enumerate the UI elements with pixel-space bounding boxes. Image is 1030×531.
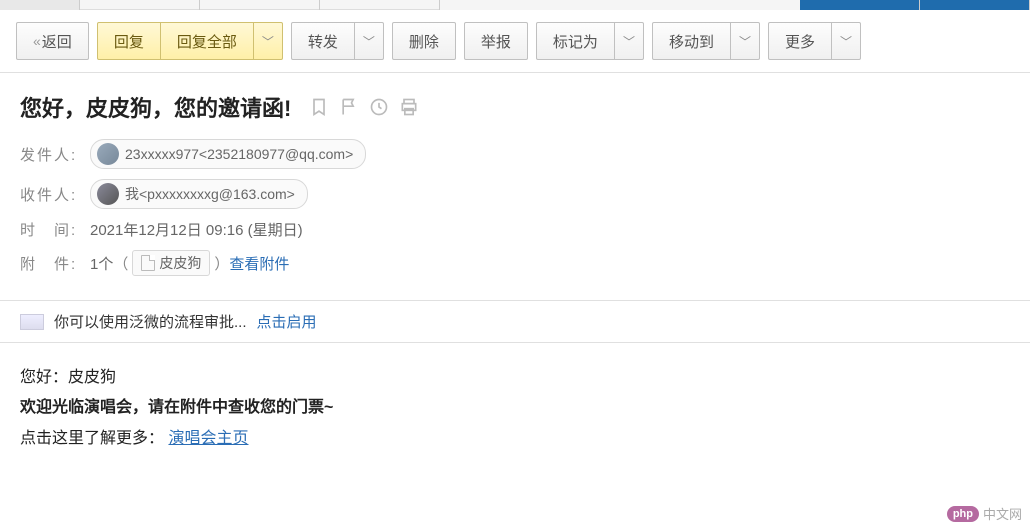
chevron-down-icon: ﹀ xyxy=(262,33,274,50)
to-value: 我<pxxxxxxxxg@163.com> xyxy=(125,184,295,204)
mark-as-dropdown[interactable]: ﹀ xyxy=(614,22,644,60)
concert-homepage-link[interactable]: 演唱会主页 xyxy=(168,430,248,447)
time-label: 时 间: xyxy=(20,219,90,240)
file-icon xyxy=(141,255,155,271)
nav-spacer xyxy=(440,0,800,10)
avatar xyxy=(97,183,119,205)
to-contact[interactable]: 我<pxxxxxxxxg@163.com> xyxy=(90,179,308,209)
nav-tab[interactable] xyxy=(80,0,200,10)
move-to-dropdown[interactable]: ﹀ xyxy=(730,22,760,60)
time-value: 2021年12月12日 09:16 (星期日) xyxy=(90,219,303,240)
clock-icon[interactable] xyxy=(369,97,389,117)
more-button[interactable]: 更多 xyxy=(768,22,832,60)
view-attachment-link[interactable]: 查看附件 xyxy=(229,253,289,274)
attachment-file[interactable]: 皮皮狗 xyxy=(132,250,210,276)
email-subject: 您好，皮皮狗，您的邀请函! xyxy=(20,91,291,123)
move-to-button[interactable]: 移动到 xyxy=(652,22,731,60)
tip-action-link[interactable]: 点击启用 xyxy=(257,311,317,332)
attach-open-paren: （ xyxy=(113,253,128,274)
tip-bar: 你可以使用泛微的流程审批... 点击启用 xyxy=(0,301,1030,343)
toolbar: « 返回 回复 回复全部 ﹀ 转发 ﹀ 删除 举报 标记为 ﹀ 移动到 ﹀ 更多… xyxy=(0,10,1030,73)
reply-all-button[interactable]: 回复全部 xyxy=(160,22,254,60)
attach-label: 附 件: xyxy=(20,253,90,274)
avatar xyxy=(97,143,119,165)
to-label: 收件人: xyxy=(20,184,90,205)
bookmark-icon[interactable] xyxy=(309,97,329,117)
nav-tab-active[interactable] xyxy=(800,0,920,10)
chevron-down-icon: ﹀ xyxy=(623,33,635,50)
email-body: 您好：皮皮狗 欢迎光临演唱会，请在附件中查收您的门票~ 点击这里了解更多： 演唱… xyxy=(0,343,1030,474)
forward-dropdown[interactable]: ﹀ xyxy=(354,22,384,60)
nav-tab[interactable] xyxy=(920,0,1030,10)
back-icon: « xyxy=(33,33,38,49)
nav-tab[interactable] xyxy=(200,0,320,10)
attach-count: 1个 xyxy=(90,253,113,274)
delete-button[interactable]: 删除 xyxy=(392,22,456,60)
reply-dropdown[interactable]: ﹀ xyxy=(253,22,283,60)
forward-button[interactable]: 转发 xyxy=(291,22,355,60)
flag-icon[interactable] xyxy=(339,97,359,117)
tip-icon xyxy=(20,314,44,330)
from-value: 23xxxxx977<2352180977@qq.com> xyxy=(125,146,353,162)
chevron-down-icon: ﹀ xyxy=(739,33,751,50)
attachment-name: 皮皮狗 xyxy=(159,253,201,273)
report-button[interactable]: 举报 xyxy=(464,22,528,60)
tip-text: 你可以使用泛微的流程审批... xyxy=(54,311,247,332)
nav-tab[interactable] xyxy=(0,0,80,10)
nav-tab[interactable] xyxy=(320,0,440,10)
attach-close-paren: ） xyxy=(214,253,229,274)
back-label: 返回 xyxy=(42,31,72,52)
footer-text: 中文网 xyxy=(983,504,1022,523)
top-nav-tabs xyxy=(0,0,1030,10)
chevron-down-icon: ﹀ xyxy=(363,33,375,50)
more-dropdown[interactable]: ﹀ xyxy=(831,22,861,60)
reply-button[interactable]: 回复 xyxy=(97,22,161,60)
php-badge: php xyxy=(947,506,979,522)
print-icon[interactable] xyxy=(399,97,419,117)
body-greeting: 您好：皮皮狗 xyxy=(20,363,1010,393)
back-button[interactable]: « 返回 xyxy=(16,22,89,60)
mark-as-button[interactable]: 标记为 xyxy=(536,22,615,60)
body-link-prefix: 点击这里了解更多： xyxy=(20,430,164,447)
body-main: 欢迎光临演唱会，请在附件中查收您的门票~ xyxy=(20,393,1010,423)
chevron-down-icon: ﹀ xyxy=(840,33,852,50)
from-label: 发件人: xyxy=(20,144,90,165)
email-header: 您好，皮皮狗，您的邀请函! 发件人: 23xxxxx977<2352180977… xyxy=(0,73,1030,301)
from-contact[interactable]: 23xxxxx977<2352180977@qq.com> xyxy=(90,139,366,169)
footer-watermark: php 中文网 xyxy=(947,504,1022,523)
